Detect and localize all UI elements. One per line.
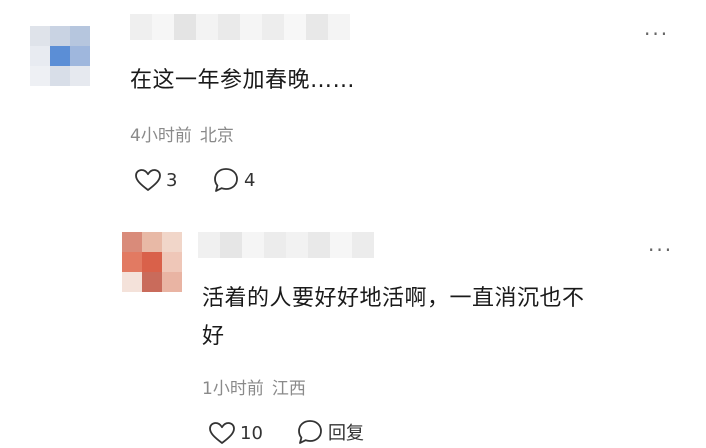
comment-meta: 1小时前 江西: [202, 374, 306, 399]
avatar-pixel: [122, 252, 142, 272]
avatar-pixel: [122, 272, 142, 292]
comment-location: 北京: [199, 126, 234, 146]
avatar-pixel: [142, 232, 162, 252]
avatar-pixel: [162, 252, 182, 272]
comment-bubble-icon: [296, 418, 324, 446]
avatar-pixel: [142, 272, 162, 292]
avatar-pixel: [162, 272, 182, 292]
avatar-pixel: [50, 66, 70, 86]
avatar-pixel: [30, 66, 50, 86]
like-button[interactable]: 3: [134, 168, 177, 192]
comment-bubble-icon: [212, 166, 240, 194]
username-blurred[interactable]: [198, 232, 374, 258]
avatar-pixel: [50, 46, 70, 66]
avatar-pixel: [122, 232, 142, 252]
avatar-pixel: [142, 252, 162, 272]
like-count: 3: [166, 169, 178, 191]
avatar-pixel: [162, 232, 182, 252]
like-count: 10: [240, 422, 263, 444]
reply-button[interactable]: 4: [212, 166, 255, 194]
comment-time: 1小时前: [202, 379, 264, 399]
more-options-icon[interactable]: ···: [644, 24, 669, 44]
avatar-pixel: [70, 26, 90, 46]
reply-label: 回复: [328, 423, 364, 444]
comment-location: 江西: [271, 379, 306, 399]
reply-count: 4: [244, 169, 256, 191]
reply-button[interactable]: 回复: [296, 418, 364, 446]
comment-time: 4小时前: [130, 126, 192, 146]
heart-icon: [208, 421, 236, 445]
like-button[interactable]: 10: [208, 421, 263, 445]
avatar-pixel: [70, 46, 90, 66]
more-options-icon[interactable]: ···: [648, 240, 673, 260]
comment-text-line: 好: [202, 324, 225, 349]
comment-meta: 4小时前 北京: [130, 121, 234, 146]
username-blurred[interactable]: [130, 14, 350, 40]
avatar-pixel: [70, 66, 90, 86]
heart-icon: [134, 168, 162, 192]
comment-text: 活着的人要好好地活啊，一直消沉也不 好: [202, 280, 585, 356]
avatar-pixel: [30, 26, 50, 46]
avatar-pixel: [30, 46, 50, 66]
comment-text: 在这一年参加春晚……: [130, 68, 356, 93]
avatar-pixel: [50, 26, 70, 46]
avatar[interactable]: [122, 232, 182, 292]
avatar[interactable]: [30, 26, 90, 86]
comment-text-line: 活着的人要好好地活啊，一直消沉也不: [202, 286, 585, 311]
